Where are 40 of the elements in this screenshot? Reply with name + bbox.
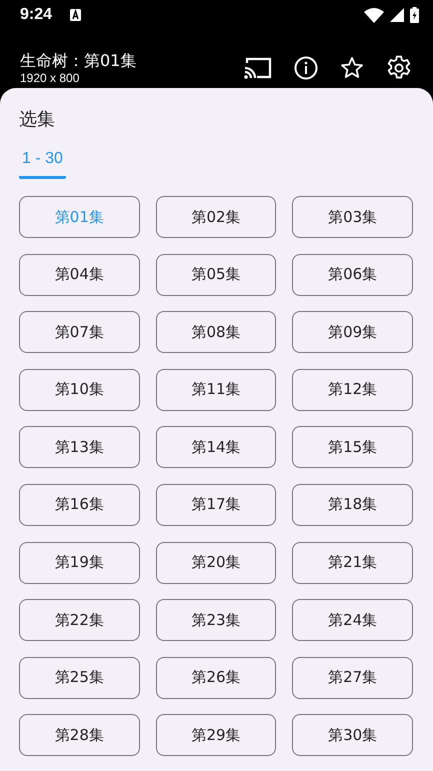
episode-button[interactable]: 第28集 bbox=[19, 714, 140, 756]
settings-icon[interactable] bbox=[386, 55, 412, 81]
resolution-text: 1920 x 800 bbox=[20, 71, 80, 85]
episode-button[interactable]: 第22集 bbox=[19, 599, 140, 642]
video-title: 生命树：第01集 bbox=[20, 51, 138, 71]
episode-button[interactable]: 第18集 bbox=[292, 484, 413, 526]
sheet-title: 选集 bbox=[19, 108, 56, 132]
episode-button[interactable]: 第16集 bbox=[19, 484, 140, 526]
episode-button[interactable]: 第29集 bbox=[156, 714, 276, 756]
episode-button[interactable]: 第06集 bbox=[292, 254, 413, 296]
episode-button[interactable]: 第10集 bbox=[19, 368, 140, 411]
episode-button[interactable]: 第23集 bbox=[156, 599, 276, 642]
episode-button[interactable]: 第02集 bbox=[156, 196, 276, 238]
episode-button[interactable]: 第25集 bbox=[19, 656, 140, 699]
episode-button[interactable]: 第27集 bbox=[292, 656, 413, 699]
info-icon[interactable] bbox=[294, 56, 318, 80]
episode-button[interactable]: 第26集 bbox=[156, 656, 276, 699]
episode-button[interactable]: 第20集 bbox=[156, 542, 276, 584]
episode-button[interactable]: 第05集 bbox=[156, 254, 276, 296]
episode-button[interactable]: 第08集 bbox=[156, 311, 276, 354]
wifi-icon bbox=[364, 8, 384, 22]
battery-icon bbox=[410, 7, 419, 23]
episode-button[interactable]: 第12集 bbox=[292, 368, 413, 411]
episode-button[interactable]: 第21集 bbox=[292, 542, 413, 584]
episode-button[interactable]: 第24集 bbox=[292, 599, 413, 642]
episode-button[interactable]: 第04集 bbox=[19, 254, 140, 296]
episode-button[interactable]: 第14集 bbox=[156, 426, 276, 468]
episode-button[interactable]: 第15集 bbox=[292, 426, 413, 468]
episode-button[interactable]: 第03集 bbox=[292, 196, 413, 238]
episode-button[interactable]: 第07集 bbox=[19, 311, 140, 354]
episode-button[interactable]: 第30集 bbox=[292, 714, 413, 756]
episode-button[interactable]: 第13集 bbox=[19, 426, 140, 468]
star-icon[interactable] bbox=[340, 56, 364, 80]
episode-button[interactable]: 第19集 bbox=[19, 542, 140, 584]
status-time: 9:24 bbox=[20, 6, 52, 24]
episode-button[interactable]: 第11集 bbox=[156, 368, 276, 411]
episode-button[interactable]: 第09集 bbox=[292, 311, 413, 354]
cast-icon[interactable] bbox=[244, 57, 272, 79]
episode-button[interactable]: 第17集 bbox=[156, 484, 276, 526]
signal-icon bbox=[390, 8, 404, 22]
